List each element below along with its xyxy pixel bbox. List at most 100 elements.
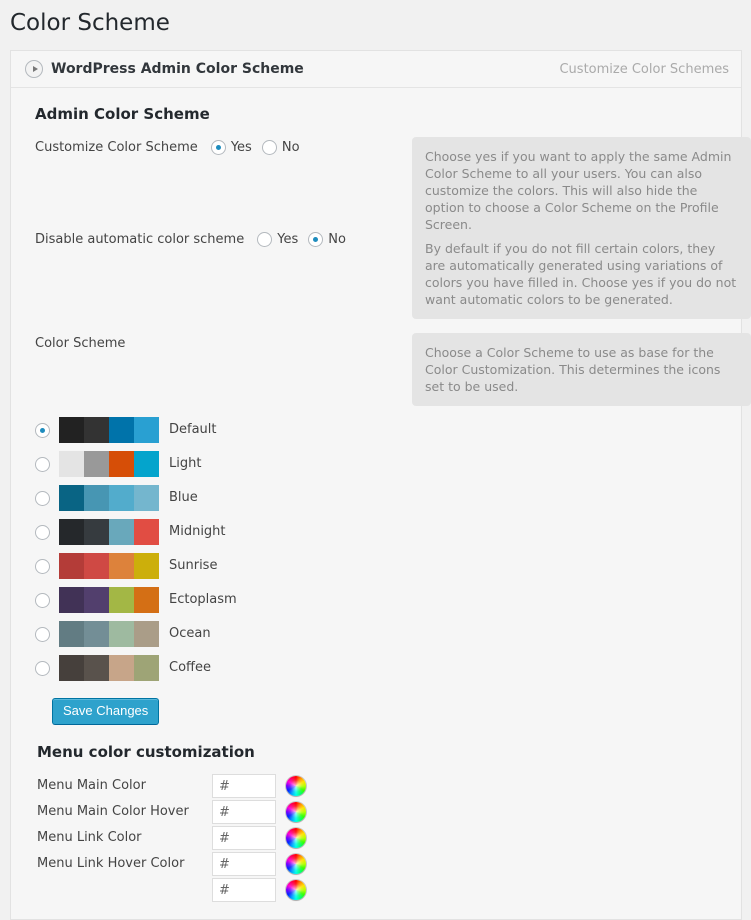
menu-color-row: Menu Main Color Hover xyxy=(25,799,727,825)
scheme-row[interactable]: Ectoplasm xyxy=(25,583,727,617)
swatch-default[interactable] xyxy=(59,417,159,443)
radio-scheme-midnight[interactable] xyxy=(34,524,50,540)
option-label-disable-automatic: Disable automatic color scheme xyxy=(35,231,245,247)
swatch-color-1 xyxy=(59,519,84,545)
scheme-row[interactable]: Ocean xyxy=(25,617,727,651)
option-row-disable-automatic: Disable automatic color scheme Yes No By… xyxy=(25,229,751,333)
scheme-name-label: Midnight xyxy=(169,524,226,539)
color-scheme-postbox: WordPress Admin Color Scheme Customize C… xyxy=(10,50,751,920)
menu-color-row: Menu Link Hover Color xyxy=(25,851,727,877)
scheme-name-label: Blue xyxy=(169,490,198,505)
swatch-color-2 xyxy=(84,485,109,511)
page-title: Color Scheme xyxy=(10,10,170,36)
swatch-color-1 xyxy=(59,451,84,477)
swatch-midnight[interactable] xyxy=(59,519,159,545)
scheme-row[interactable]: Default xyxy=(25,413,727,447)
postbox-body: Admin Color Scheme Customize Color Schem… xyxy=(11,88,751,919)
scheme-radio-cell[interactable] xyxy=(25,524,59,540)
menu-color-input[interactable] xyxy=(212,878,276,902)
help-slot-disable: By default if you do not fill certain co… xyxy=(412,229,751,319)
scheme-row[interactable]: Coffee xyxy=(25,651,727,685)
scheme-row[interactable]: Light xyxy=(25,447,727,481)
scheme-row[interactable]: Sunrise xyxy=(25,549,727,583)
radio-customize-yes[interactable] xyxy=(210,140,226,155)
swatch-color-3 xyxy=(109,485,134,511)
radio-scheme-blue[interactable] xyxy=(34,490,50,506)
color-wheel-icon[interactable] xyxy=(286,854,306,874)
scheme-radio-cell[interactable] xyxy=(25,456,59,472)
save-button-wrap: Save Changes xyxy=(25,685,727,725)
scheme-row[interactable]: Midnight xyxy=(25,515,727,549)
option-label-customize-color-scheme: Customize Color Scheme xyxy=(35,139,198,155)
scheme-name-label: Ectoplasm xyxy=(169,592,237,607)
scheme-row[interactable]: Blue xyxy=(25,481,727,515)
swatch-coffee[interactable] xyxy=(59,655,159,681)
triangle-right-icon[interactable] xyxy=(25,60,43,78)
swatch-color-1 xyxy=(59,417,84,443)
help-text-customize-color-scheme: Choose yes if you want to apply the same… xyxy=(412,137,751,244)
radio-group-customize-color-scheme: Yes No xyxy=(210,140,310,155)
swatch-color-4 xyxy=(134,485,159,511)
swatch-color-1 xyxy=(59,553,84,579)
color-wheel-icon[interactable] xyxy=(286,880,306,900)
radio-option-customize-no[interactable]: No xyxy=(261,140,300,155)
scheme-name-label: Light xyxy=(169,456,202,471)
menu-color-label: Menu Main Color Hover xyxy=(37,804,189,819)
scheme-radio-cell[interactable] xyxy=(25,490,59,506)
radio-option-disable-yes[interactable]: Yes xyxy=(257,232,298,247)
radio-disable-yes[interactable] xyxy=(257,232,273,247)
swatch-color-4 xyxy=(134,587,159,613)
swatch-sunrise[interactable] xyxy=(59,553,159,579)
swatch-color-4 xyxy=(134,519,159,545)
scheme-name-label: Default xyxy=(169,422,217,437)
radio-scheme-ectoplasm[interactable] xyxy=(34,592,50,608)
swatch-color-3 xyxy=(109,417,134,443)
scheme-radio-cell[interactable] xyxy=(25,660,59,676)
radio-disable-no[interactable] xyxy=(308,232,324,247)
menu-color-input[interactable] xyxy=(212,826,276,850)
radio-option-disable-no[interactable]: No xyxy=(308,232,346,247)
swatch-color-4 xyxy=(134,655,159,681)
swatch-color-4 xyxy=(134,553,159,579)
save-changes-button[interactable]: Save Changes xyxy=(52,698,160,725)
swatch-color-2 xyxy=(84,519,109,545)
swatch-color-3 xyxy=(109,587,134,613)
customize-color-schemes-link[interactable]: Customize Color Schemes xyxy=(559,62,729,77)
swatch-blue[interactable] xyxy=(59,485,159,511)
swatch-ocean[interactable] xyxy=(59,621,159,647)
menu-color-input[interactable] xyxy=(212,774,276,798)
swatch-color-2 xyxy=(84,587,109,613)
swatch-color-2 xyxy=(84,655,109,681)
swatch-light[interactable] xyxy=(59,451,159,477)
radio-customize-no[interactable] xyxy=(261,140,277,155)
scheme-radio-cell[interactable] xyxy=(25,558,59,574)
option-row-customize-color-scheme: Customize Color Scheme Yes No Choose yes… xyxy=(25,137,751,244)
radio-scheme-ocean[interactable] xyxy=(34,626,50,642)
swatch-color-2 xyxy=(84,451,109,477)
radio-scheme-coffee[interactable] xyxy=(34,660,50,676)
radio-option-customize-yes[interactable]: Yes xyxy=(210,140,252,155)
radio-scheme-light[interactable] xyxy=(34,456,50,472)
radio-scheme-default[interactable] xyxy=(34,422,50,438)
menu-color-row: Menu Link Color xyxy=(25,825,727,851)
color-wheel-icon[interactable] xyxy=(286,802,306,822)
radio-scheme-sunrise[interactable] xyxy=(34,558,50,574)
menu-color-fields: Menu Main Color Menu Main Color Hover Menu… xyxy=(25,773,727,903)
option-row-color-scheme: Color Scheme Choose a Color Scheme to us… xyxy=(25,333,751,406)
scheme-radio-cell[interactable] xyxy=(25,592,59,608)
color-wheel-icon[interactable] xyxy=(286,776,306,796)
swatch-color-3 xyxy=(109,451,134,477)
radio-label-disable-no: No xyxy=(328,232,346,247)
menu-color-input[interactable] xyxy=(212,852,276,876)
swatch-ectoplasm[interactable] xyxy=(59,587,159,613)
radio-label-disable-yes: Yes xyxy=(277,232,299,247)
swatch-color-3 xyxy=(109,621,134,647)
postbox-header[interactable]: WordPress Admin Color Scheme Customize C… xyxy=(11,51,741,88)
scheme-radio-cell[interactable] xyxy=(25,626,59,642)
color-wheel-icon[interactable] xyxy=(286,828,306,848)
swatch-color-1 xyxy=(59,485,84,511)
scheme-radio-cell[interactable] xyxy=(25,422,59,438)
help-text-disable-automatic: By default if you do not fill certain co… xyxy=(412,229,751,319)
menu-color-input[interactable] xyxy=(212,800,276,824)
swatch-color-2 xyxy=(84,621,109,647)
